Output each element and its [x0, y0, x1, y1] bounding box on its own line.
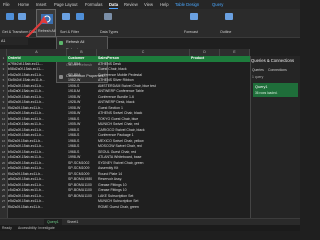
query-item[interactable]: Query1 36 rows loaded.	[253, 83, 298, 97]
group-outline: Outline	[220, 30, 232, 34]
table-row[interactable]: f5d2a0f-15ab-ec11-b... ROME Guest Chair, …	[7, 205, 250, 211]
tab-connections[interactable]: Connections	[268, 68, 287, 72]
refresh-icon	[59, 40, 63, 45]
tab-data[interactable]: Data	[109, 2, 119, 9]
group-sort-filter: Sort & Filter	[60, 30, 79, 34]
table-cell[interactable]: ROME Guest Chair, green	[97, 205, 190, 211]
ribbon-tab-bar: File Home Insert Page Layout Formulas Da…	[0, 0, 300, 9]
row-number[interactable]: 28	[0, 205, 7, 211]
data-table[interactable]: OrderId Customer SalesPerson Product a7f5b2d…	[7, 56, 250, 218]
table-cell[interactable]	[190, 205, 250, 211]
query-count: 1 query	[252, 75, 264, 79]
column-header[interactable]: B	[67, 49, 97, 56]
column-header[interactable]: A	[7, 49, 67, 56]
filter-icon[interactable]	[76, 13, 84, 20]
column-header[interactable]: C	[97, 49, 190, 56]
status-ready: Ready	[2, 226, 12, 230]
group-data-types: Data Types	[100, 30, 119, 34]
tab-table-design[interactable]: Table Design	[175, 2, 199, 7]
query-name: Query1	[255, 85, 268, 89]
tab-query[interactable]: Query	[212, 2, 223, 7]
group-forecast: Forecast	[184, 30, 198, 34]
tab-formulas[interactable]: Formulas	[85, 2, 102, 7]
tab-home[interactable]: Home	[18, 2, 29, 7]
table-cell[interactable]: f5d2a0f-15ab-ec11-b...	[7, 205, 67, 211]
query-status: 36 rows loaded.	[255, 91, 278, 95]
pane-title: Queries & Connections	[251, 58, 295, 63]
sort-icon[interactable]	[62, 13, 70, 20]
column-header[interactable]: E	[220, 49, 250, 56]
data-types-icon[interactable]	[104, 13, 112, 20]
column-header[interactable]: D	[190, 49, 220, 56]
tab-help[interactable]: Help	[160, 2, 169, 7]
tab-insert[interactable]: Insert	[36, 2, 46, 7]
tab-view[interactable]: View	[144, 2, 153, 7]
table-cell[interactable]	[67, 205, 97, 211]
forecast-icon[interactable]	[190, 13, 198, 20]
status-accessibility[interactable]: Accessibility: Investigate	[18, 226, 55, 230]
select-all[interactable]	[0, 49, 7, 56]
outline-icon[interactable]	[225, 13, 233, 20]
menu-refresh-all[interactable]: Refresh All	[57, 39, 107, 46]
name-box[interactable]: A1	[0, 37, 28, 45]
tab-file[interactable]: File	[3, 2, 10, 7]
status-bar: Ready Accessibility: Investigate	[0, 225, 300, 231]
tab-page-layout[interactable]: Page Layout	[54, 2, 78, 7]
tab-review[interactable]: Review	[124, 2, 138, 7]
get-data-icon[interactable]	[6, 13, 14, 20]
queries-connections-pane	[250, 56, 300, 218]
tab-queries[interactable]: Queries	[252, 68, 264, 72]
